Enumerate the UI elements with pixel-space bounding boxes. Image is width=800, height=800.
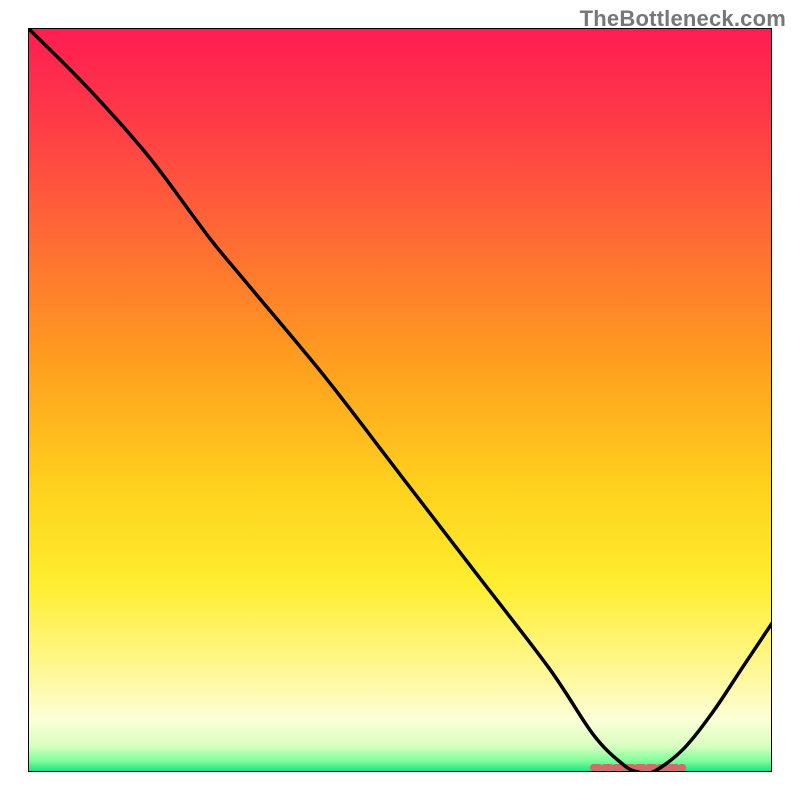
chart-plot-area [28, 28, 772, 772]
chart-svg [28, 28, 772, 772]
gradient-background [28, 28, 772, 772]
